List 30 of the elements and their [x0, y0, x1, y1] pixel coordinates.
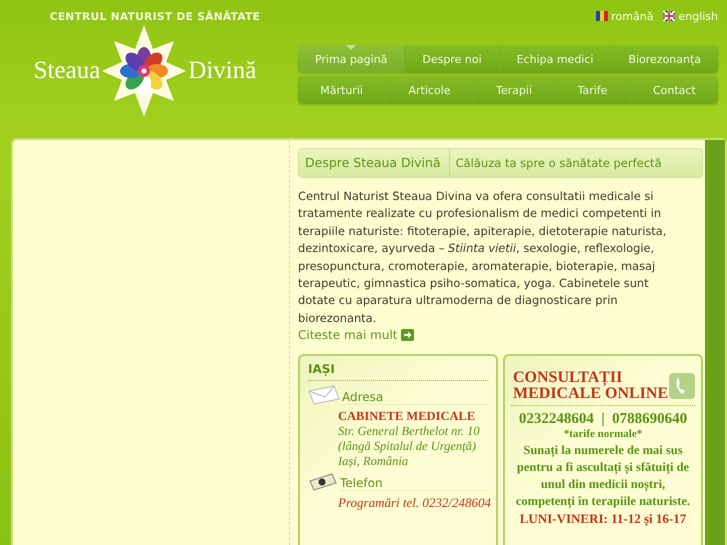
nav-tab[interactable]: Echipa medici [498, 45, 610, 73]
intro-paragraph: Centrul Naturist Steaua Divina va ofera consultatii medicale si tratamente realizate cu profesionalism de medici competenti in terapiile naturiste: fitoterapie, apiterapie, dietoterapie naturista, dezintoxicare, ayurveda – Stiinta vietii, sexologie, reflexologie, presopunctura, cromoterapie, aromaterapie, bioterapie, masaj terapeutic, gimnastica psiho-somatica, yoga. Cabinetele sunt dotate cu aparatura ultramoderna de diagnosticare prin biorezonanta. [298, 188, 668, 327]
language-link[interactable]: english [663, 6, 718, 26]
nav-tab[interactable]: Contact [630, 76, 718, 104]
address-line: (lângă Spitalul de Urgență) [338, 439, 478, 454]
nav-tab[interactable]: Biorezonanța [610, 45, 718, 73]
nav-tab[interactable]: Prima pagină [298, 45, 404, 73]
rates-note: *tarife normale* [562, 428, 644, 440]
phone-numbers: 0232248604 | 0788690640 [518, 411, 688, 428]
nav-tab[interactable]: Articole [385, 76, 473, 104]
read-more-link[interactable]: Citeste mai mult [298, 328, 414, 342]
phone-label: Telefon [340, 476, 488, 492]
intro-subtitle: Călăuza ta spre o sănătate perfectă [454, 156, 662, 170]
opening-hours: LUNI-VINERI: 11-12 și 16-17 [518, 511, 688, 528]
address-label: Adresa [342, 390, 488, 406]
office-name: CABINETE MEDICALE [338, 409, 476, 424]
logo-text[interactable]: Divină [188, 57, 256, 85]
online-description: Sunați la numerele de mai sus pentru a fi ascultați și sfătuiți de unul din medicii noștri, competenți în terapiile naturiste. [514, 442, 692, 510]
nav-tab[interactable]: Tarife [554, 76, 630, 104]
site-tagline: CENTRUL NATURIST DE SĂNĂTATE [50, 11, 260, 23]
online-title: CONSULTAȚII MEDICALE ONLINE [513, 370, 668, 402]
nav-tab[interactable]: Terapii [472, 76, 554, 104]
nav-tab[interactable]: Mărturii [298, 76, 386, 104]
city-heading: IAȘI [308, 362, 488, 382]
language-link[interactable]: română [596, 6, 654, 26]
nav-tab[interactable]: Despre noi [404, 45, 499, 73]
intro-title: Despre Steaua Divină [299, 149, 450, 177]
logo-text[interactable]: Steaua [34, 57, 100, 85]
address-line: Str. General Berthelot nr. 10 [338, 424, 481, 440]
address-line: Iași, România [338, 454, 410, 470]
